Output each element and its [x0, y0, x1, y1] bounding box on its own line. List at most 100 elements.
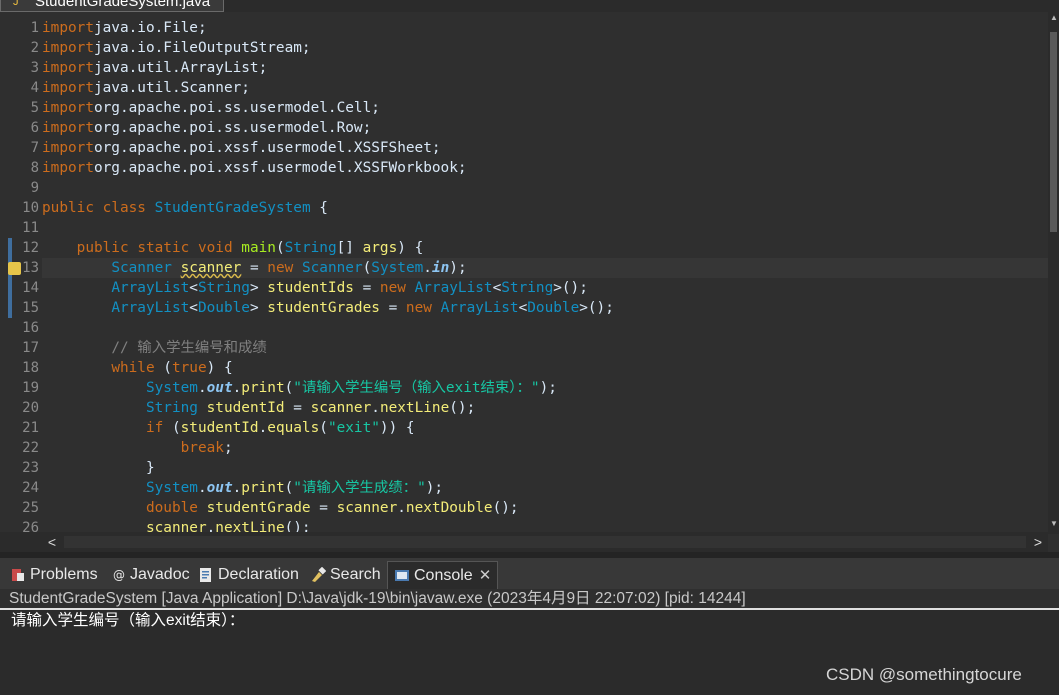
- code-token: ;: [223, 440, 233, 456]
- code-line[interactable]: importorg.apache.poi.ss.usermodel.Row;: [42, 118, 371, 138]
- code-token: import: [42, 80, 94, 96]
- scroll-left-icon[interactable]: <: [42, 532, 62, 552]
- views-tab-bar: Problems @ Javadoc Declaration Search Co…: [0, 558, 1059, 589]
- code-token: Scanner: [111, 260, 172, 276]
- code-token: <: [492, 280, 502, 296]
- code-token: org.apache.poi.ss.usermodel.Cell;: [93, 100, 380, 116]
- horizontal-scroll-track[interactable]: [64, 536, 1026, 548]
- scroll-up-icon[interactable]: ▲: [1050, 14, 1058, 22]
- editor-tab-studentgradesystem[interactable]: J StudentGradeSystem.java: [0, 0, 224, 12]
- code-token: ) {: [206, 360, 233, 376]
- code-token: import: [42, 40, 94, 56]
- line-number: 23: [22, 460, 39, 476]
- code-token: import: [42, 60, 94, 76]
- code-token: .: [232, 380, 242, 396]
- code-line[interactable]: if (studentId.equals("exit")) {: [42, 418, 415, 438]
- tab-console[interactable]: Console ✕: [387, 561, 499, 590]
- code-token: String: [145, 400, 198, 416]
- code-line[interactable]: importjava.io.FileOutputStream;: [42, 38, 311, 58]
- code-line[interactable]: ArrayList<String> studentIds = new Array…: [42, 278, 588, 298]
- code-token: class: [102, 200, 146, 216]
- code-line[interactable]: System.out.print("请输入学生成绩：");: [42, 478, 443, 498]
- code-token: print: [241, 380, 285, 396]
- code-token: Scanner: [301, 260, 363, 276]
- code-line[interactable]: break;: [42, 438, 233, 458]
- code-line[interactable]: public static void main(String[] args) {: [42, 238, 424, 258]
- code-line[interactable]: importorg.apache.poi.xssf.usermodel.XSSF…: [42, 158, 467, 178]
- code-token: import: [42, 120, 94, 136]
- code-token: .: [258, 420, 268, 436]
- code-line[interactable]: double studentGrade = scanner.nextDouble…: [42, 498, 519, 518]
- code-line[interactable]: importjava.util.ArrayList;: [42, 58, 267, 78]
- horizontal-scrollbar[interactable]: < >: [42, 532, 1048, 552]
- svg-text:@: @: [113, 568, 125, 582]
- tab-javadoc[interactable]: @ Javadoc: [112, 561, 190, 589]
- code-token: String: [197, 280, 250, 296]
- code-token: (: [275, 240, 285, 256]
- tab-search[interactable]: Search: [310, 561, 381, 589]
- code-token: .: [197, 380, 207, 396]
- code-token: >: [249, 280, 268, 296]
- code-token: org.apache.poi.xssf.usermodel.XSSFWorkbo…: [93, 160, 467, 176]
- scroll-right-icon[interactable]: >: [1028, 532, 1048, 552]
- close-icon[interactable]: ✕: [479, 562, 492, 590]
- code-token: ();: [449, 400, 476, 416]
- code-line[interactable]: public class StudentGradeSystem {: [42, 198, 328, 218]
- code-token: break: [180, 440, 224, 456]
- tab-declaration[interactable]: Declaration: [198, 561, 299, 589]
- code-line[interactable]: // 输入学生编号和成绩: [42, 338, 267, 358]
- line-number: 15: [22, 300, 39, 316]
- line-number: 11: [22, 220, 39, 236]
- line-number: 21: [22, 420, 39, 436]
- code-token: ArrayList: [111, 280, 190, 296]
- code-token: )) {: [379, 420, 415, 436]
- line-number: 12: [22, 240, 39, 256]
- code-token: .: [423, 260, 432, 276]
- code-token: >: [249, 300, 268, 316]
- code-line[interactable]: importjava.util.Scanner;: [42, 78, 250, 98]
- code-token: java.util.Scanner;: [93, 80, 250, 96]
- problems-icon: [10, 565, 26, 581]
- code-token: <: [189, 280, 198, 296]
- code-token: ArrayList: [414, 280, 493, 296]
- line-number: 20: [22, 400, 39, 416]
- code-token: StudentGradeSystem: [154, 200, 311, 216]
- code-editor[interactable]: 1 2 3 4 5 6 7 8 9 10 11 12 13 14 15 16 17 18 19 20 21 22 23 24 2…: [0, 12, 1048, 534]
- code-line[interactable]: while (true) {: [42, 358, 233, 378]
- code-token: Double: [527, 300, 580, 316]
- console-icon: [394, 566, 410, 582]
- code-line[interactable]: importjava.io.File;: [42, 18, 207, 38]
- code-token: in: [431, 260, 450, 276]
- code-token: org.apache.poi.xssf.usermodel.XSSFSheet;: [93, 140, 441, 156]
- scroll-corner: [0, 532, 42, 552]
- scroll-down-icon[interactable]: ▼: [1050, 520, 1058, 528]
- vertical-scroll-thumb[interactable]: [1050, 32, 1057, 232]
- tab-problems[interactable]: Problems: [10, 561, 98, 589]
- code-line[interactable]: Scanner scanner = new Scanner(System.in)…: [42, 258, 466, 278]
- vertical-scrollbar[interactable]: ▲ ▼: [1048, 12, 1059, 534]
- code-line[interactable]: importorg.apache.poi.ss.usermodel.Cell;: [42, 98, 380, 118]
- code-line[interactable]: }: [42, 458, 155, 478]
- console-output-text: 请输入学生编号（输入exit结束）：: [11, 612, 245, 629]
- code-line[interactable]: ArrayList<Double> studentGrades = new Ar…: [42, 298, 614, 318]
- code-token: (: [362, 260, 372, 276]
- line-number: 3: [30, 60, 39, 76]
- code-line[interactable]: String studentId = scanner.nextLine();: [42, 398, 475, 418]
- search-icon: [310, 565, 327, 582]
- code-token: (: [163, 420, 181, 436]
- code-line[interactable]: System.out.print("请输入学生编号（输入exit结束）：");: [42, 378, 557, 398]
- code-line[interactable]: importorg.apache.poi.xssf.usermodel.XSSF…: [42, 138, 441, 158]
